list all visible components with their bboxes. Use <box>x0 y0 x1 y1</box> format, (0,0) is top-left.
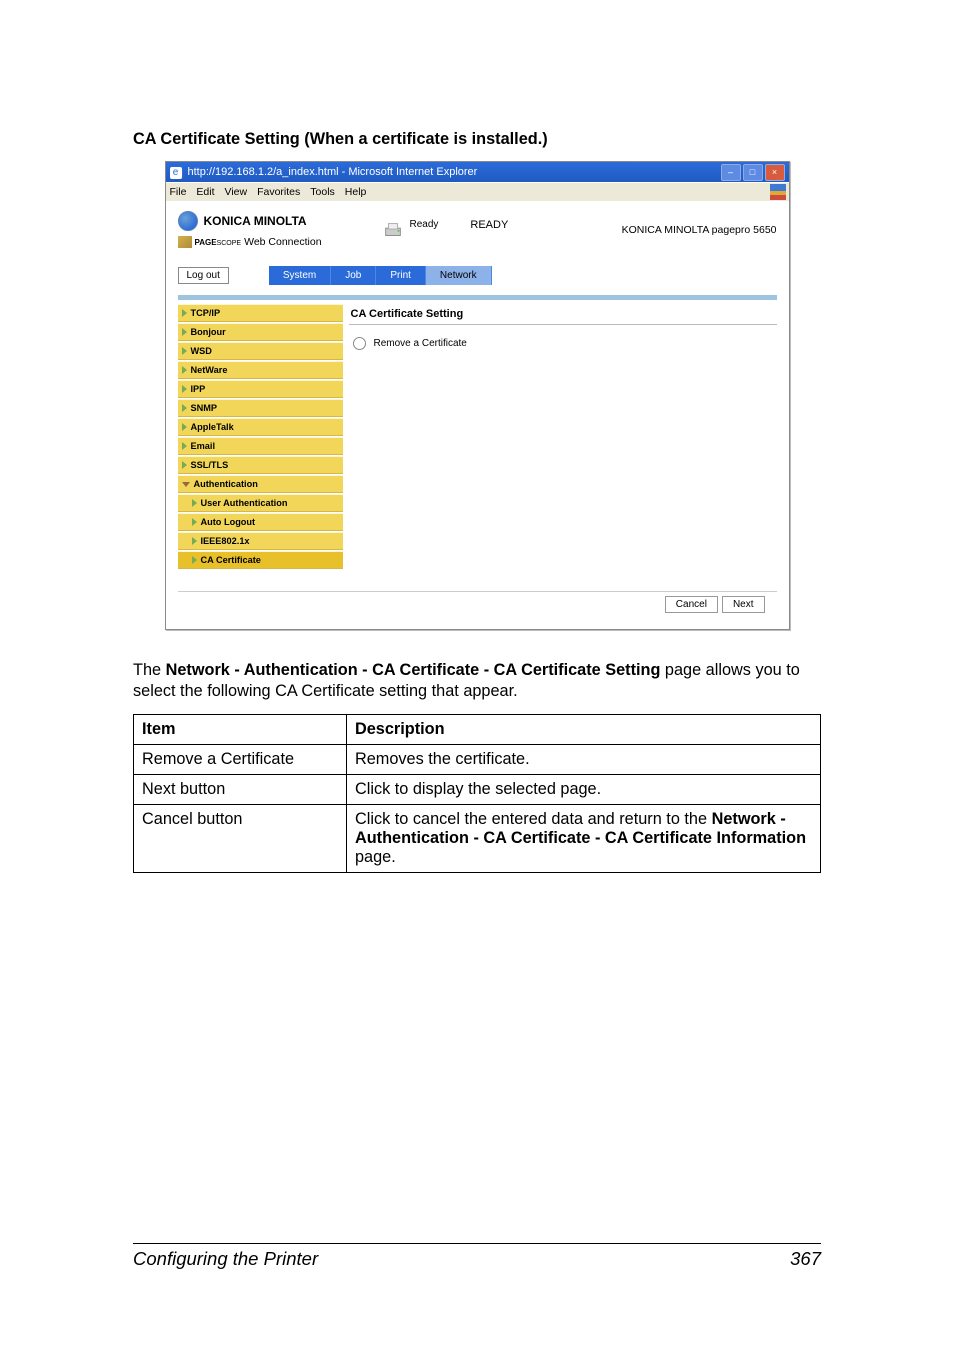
chevron-right-icon <box>182 385 187 393</box>
sidebar-item-ssltls[interactable]: SSL/TLS <box>178 456 343 474</box>
sidebar-item-cacertificate[interactable]: CA Certificate <box>178 551 343 569</box>
ie-icon <box>170 166 183 179</box>
chevron-right-icon <box>192 537 197 545</box>
sidebar-item-bonjour[interactable]: Bonjour <box>178 323 343 341</box>
ie-logo-icon <box>769 183 787 201</box>
button-row: Cancel Next <box>178 591 777 629</box>
menu-help[interactable]: Help <box>345 186 367 198</box>
chevron-right-icon <box>182 309 187 317</box>
chevron-right-icon <box>192 556 197 564</box>
table-header-description: Description <box>346 715 820 745</box>
sidebar-item-ipp[interactable]: IPP <box>178 380 343 398</box>
menu-tools[interactable]: Tools <box>310 186 335 198</box>
pagescope-icon <box>178 236 192 248</box>
globe-icon <box>178 211 198 231</box>
menu-edit[interactable]: Edit <box>196 186 214 198</box>
sidebar-item-netware[interactable]: NetWare <box>178 361 343 379</box>
table-row: Remove a Certificate Removes the certifi… <box>134 745 821 775</box>
tabs: System Job Print Network <box>269 266 492 285</box>
chevron-right-icon <box>182 442 187 450</box>
titlebar: http://192.168.1.2/a_index.html - Micros… <box>166 162 789 182</box>
menu-view[interactable]: View <box>225 186 248 198</box>
sidebar-item-autologout[interactable]: Auto Logout <box>178 513 343 531</box>
chevron-right-icon <box>192 499 197 507</box>
cancel-button[interactable]: Cancel <box>665 596 718 613</box>
chevron-down-icon <box>182 482 190 487</box>
brand-logo: KONICA MINOLTA <box>178 211 370 231</box>
table-row: Cancel button Click to cancel the entere… <box>134 805 821 873</box>
sidebar-item-snmp[interactable]: SNMP <box>178 399 343 417</box>
menu-file[interactable]: File <box>170 186 187 198</box>
brand-text: KONICA MINOLTA <box>204 214 307 228</box>
ready-label-small: Ready <box>410 219 439 230</box>
sidebar-item-wsd[interactable]: WSD <box>178 342 343 360</box>
page-number: 367 <box>790 1248 821 1270</box>
window-title: http://192.168.1.2/a_index.html - Micros… <box>188 166 478 178</box>
table-row: Next button Click to display the selecte… <box>134 775 821 805</box>
footer-title: Configuring the Printer <box>133 1248 318 1270</box>
next-button[interactable]: Next <box>722 596 765 613</box>
chevron-right-icon <box>182 366 187 374</box>
menubar: File Edit View Favorites Tools Help <box>166 182 789 201</box>
chevron-right-icon <box>182 328 187 336</box>
browser-window: http://192.168.1.2/a_index.html - Micros… <box>165 161 790 630</box>
sidebar-item-email[interactable]: Email <box>178 437 343 455</box>
sidebar-item-appletalk[interactable]: AppleTalk <box>178 418 343 436</box>
sidebar-item-tcpip[interactable]: TCP/IP <box>178 304 343 322</box>
option-label: Remove a Certificate <box>374 338 467 349</box>
sidebar-item-userauth[interactable]: User Authentication <box>178 494 343 512</box>
ready-label-big: READY <box>470 219 508 231</box>
page-footer: Configuring the Printer 367 <box>133 1243 821 1270</box>
logout-button[interactable]: Log out <box>178 267 229 284</box>
subbrand: PAGESCOPE PageScope Web Connection Web C… <box>178 236 370 248</box>
window-buttons: – □ × <box>721 164 785 181</box>
chevron-right-icon <box>182 423 187 431</box>
option-row[interactable]: Remove a Certificate <box>349 325 777 362</box>
product-name: KONICA MINOLTA pagepro 5650 <box>622 224 777 236</box>
sidebar-item-ieee8021x[interactable]: IEEE802.1x <box>178 532 343 550</box>
close-button[interactable]: × <box>765 164 785 181</box>
separator <box>178 295 777 300</box>
sidebar: TCP/IP Bonjour WSD NetWare IPP SNMP Appl… <box>178 304 343 579</box>
section-heading: CA Certificate Setting (When a certifica… <box>133 130 821 149</box>
sidebar-item-authentication[interactable]: Authentication <box>178 475 343 493</box>
chevron-right-icon <box>182 461 187 469</box>
panel-title: CA Certificate Setting <box>349 304 777 325</box>
radio-remove-cert[interactable] <box>353 337 366 350</box>
chevron-right-icon <box>192 518 197 526</box>
description-table: Item Description Remove a Certificate Re… <box>133 714 821 873</box>
body-paragraph: The Network - Authentication - CA Certif… <box>133 660 821 702</box>
minimize-button[interactable]: – <box>721 164 741 181</box>
tab-job[interactable]: Job <box>331 266 376 285</box>
tab-network[interactable]: Network <box>426 266 492 285</box>
content-panel: CA Certificate Setting Remove a Certific… <box>349 304 777 579</box>
tab-system[interactable]: System <box>269 266 331 285</box>
maximize-button[interactable]: □ <box>743 164 763 181</box>
chevron-right-icon <box>182 404 187 412</box>
printer-icon <box>382 219 404 241</box>
menu-favorites[interactable]: Favorites <box>257 186 300 198</box>
tab-print[interactable]: Print <box>376 266 426 285</box>
table-header-item: Item <box>134 715 347 745</box>
chevron-right-icon <box>182 347 187 355</box>
